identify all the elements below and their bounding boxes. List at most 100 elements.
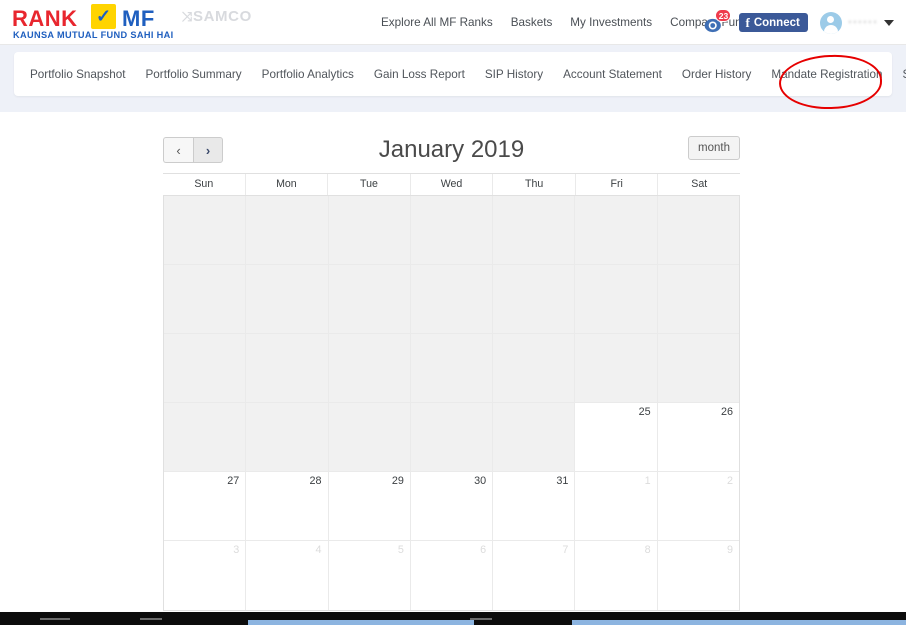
- main-content: ‹ › January 2019 month Sun Mon Tue Wed T…: [0, 112, 906, 625]
- calendar-day-cell[interactable]: [164, 265, 247, 334]
- calendar-day-number: 4: [315, 544, 322, 556]
- calendar-day-number: 9: [726, 544, 733, 556]
- calendar-day-cell[interactable]: 29: [328, 472, 411, 541]
- calendar-day-cell[interactable]: 6: [410, 541, 494, 610]
- brand-logo[interactable]: RANK ✓ MF KAUNSA MUTUAL FUND SAHI HAI ⤨S…: [12, 4, 252, 40]
- calendar-grid: 25 26 27 28 29 30 31 1 2 3 4 5 6 7 8 9: [163, 196, 740, 611]
- calendar-title: January 2019: [378, 136, 525, 163]
- calendar-day-cell[interactable]: [493, 265, 576, 334]
- facebook-icon: f: [745, 14, 750, 30]
- calendar-day-number: 2: [726, 475, 733, 487]
- facebook-connect-button[interactable]: f Connect: [739, 13, 808, 32]
- taskbar-item[interactable]: [572, 620, 906, 625]
- calendar-day-cell[interactable]: 27: [164, 472, 247, 541]
- weekday-wed: Wed: [411, 174, 494, 195]
- calendar-day-number: 8: [644, 544, 651, 556]
- calendar-day-cell[interactable]: 7: [493, 541, 576, 610]
- calendar-day-cell[interactable]: [246, 196, 329, 265]
- calendar-day-cell[interactable]: 2: [657, 472, 739, 541]
- os-taskbar: [0, 612, 906, 625]
- account-menu[interactable]: ••••••: [819, 11, 898, 34]
- header-actions: 23 f Connect ••••••: [701, 0, 898, 45]
- calendar-week-row: [164, 196, 739, 265]
- calendar-day-cell[interactable]: [164, 334, 247, 403]
- calendar-day-cell[interactable]: [410, 403, 494, 472]
- calendar-day-number: 31: [556, 475, 569, 487]
- tab-portfolio-analytics[interactable]: Portfolio Analytics: [252, 68, 364, 81]
- calendar-day-cell[interactable]: 9: [657, 541, 739, 610]
- calendar-day-cell[interactable]: [410, 334, 494, 403]
- calendar-day-cell[interactable]: [493, 334, 576, 403]
- taskbar-item[interactable]: [470, 618, 492, 620]
- calendar-day-cell[interactable]: 26: [657, 403, 739, 472]
- tab-band: Portfolio Snapshot Portfolio Summary Por…: [0, 45, 906, 112]
- app-window: RANK ✓ MF KAUNSA MUTUAL FUND SAHI HAI ⤨S…: [0, 0, 906, 625]
- weekday-tue: Tue: [328, 174, 411, 195]
- tab-order-history[interactable]: Order History: [672, 68, 762, 81]
- calendar-day-cell[interactable]: 25: [575, 403, 658, 472]
- calendar-day-number: 3: [233, 544, 240, 556]
- calendar-day-number: 6: [480, 544, 487, 556]
- calendar-day-cell[interactable]: [657, 196, 739, 265]
- calendar-day-number: 5: [397, 544, 404, 556]
- logo-rank-text: RANK: [12, 6, 78, 31]
- taskbar-item[interactable]: [140, 618, 162, 620]
- calendar-day-cell[interactable]: [164, 196, 247, 265]
- calendar-day-cell[interactable]: [328, 265, 411, 334]
- weekday-fri: Fri: [576, 174, 659, 195]
- portfolio-tabs: Portfolio Snapshot Portfolio Summary Por…: [14, 52, 906, 96]
- tab-portfolio-summary[interactable]: Portfolio Summary: [136, 68, 252, 81]
- nav-item-my-investments[interactable]: My Investments: [561, 16, 661, 29]
- tab-gain-loss-report[interactable]: Gain Loss Report: [364, 68, 475, 81]
- chevron-down-icon[interactable]: [884, 19, 894, 26]
- calendar-day-cell[interactable]: [493, 403, 576, 472]
- tab-sip-history[interactable]: SIP History: [475, 68, 553, 81]
- calendar-day-cell[interactable]: [575, 265, 658, 334]
- calendar-day-cell[interactable]: [164, 403, 247, 472]
- account-username: ••••••: [847, 16, 878, 29]
- tab-account-statement[interactable]: Account Statement: [553, 68, 672, 81]
- month-view-button[interactable]: month: [688, 136, 740, 160]
- tab-portfolio-snapshot[interactable]: Portfolio Snapshot: [14, 68, 136, 81]
- calendar-day-cell[interactable]: [575, 334, 658, 403]
- calendar-day-cell[interactable]: 3: [164, 541, 247, 610]
- calendar-day-cell[interactable]: 31: [493, 472, 576, 541]
- calendar-day-cell[interactable]: 28: [246, 472, 329, 541]
- calendar-day-cell[interactable]: [328, 403, 411, 472]
- weekday-mon: Mon: [246, 174, 329, 195]
- calendar-day-number: 7: [562, 544, 569, 556]
- calendar-day-cell[interactable]: [575, 196, 658, 265]
- calendar-day-cell[interactable]: 30: [410, 472, 494, 541]
- taskbar-item-active[interactable]: [248, 620, 474, 625]
- calendar-day-number: 30: [474, 475, 487, 487]
- logo-tagline: KAUNSA MUTUAL FUND SAHI HAI: [13, 30, 174, 40]
- calendar-day-cell[interactable]: [328, 196, 411, 265]
- calendar-day-cell[interactable]: [246, 265, 329, 334]
- calendar-week-row: 3 4 5 6 7 8 9: [164, 541, 739, 610]
- tab-sip-calendar[interactable]: SIP Calendar: [892, 68, 906, 81]
- notifications-button[interactable]: 23: [701, 8, 733, 38]
- calendar-day-cell[interactable]: 1: [575, 472, 658, 541]
- calendar-day-number: 29: [391, 475, 404, 487]
- calendar-toolbar: ‹ › January 2019 month: [163, 133, 740, 173]
- calendar-day-cell[interactable]: [410, 196, 494, 265]
- calendar-day-cell[interactable]: [493, 196, 576, 265]
- site-header: RANK ✓ MF KAUNSA MUTUAL FUND SAHI HAI ⤨S…: [0, 0, 906, 45]
- calendar-day-cell[interactable]: 8: [575, 541, 658, 610]
- calendar-day-cell[interactable]: [246, 403, 329, 472]
- calendar-day-cell[interactable]: [328, 334, 411, 403]
- calendar-day-cell[interactable]: [657, 334, 739, 403]
- nav-item-baskets[interactable]: Baskets: [502, 16, 562, 29]
- rankmf-logo[interactable]: RANK ✓ MF KAUNSA MUTUAL FUND SAHI HAI: [12, 4, 173, 40]
- taskbar-item[interactable]: [40, 618, 70, 620]
- sip-calendar: ‹ › January 2019 month Sun Mon Tue Wed T…: [163, 133, 740, 611]
- calendar-weekday-header: Sun Mon Tue Wed Thu Fri Sat: [163, 173, 740, 196]
- samco-text: SAMCO: [193, 8, 252, 25]
- calendar-day-cell[interactable]: [410, 265, 494, 334]
- calendar-day-cell[interactable]: [246, 334, 329, 403]
- calendar-day-cell[interactable]: [657, 265, 739, 334]
- calendar-day-cell[interactable]: 5: [328, 541, 411, 610]
- nav-item-explore-all-mf-ranks[interactable]: Explore All MF Ranks: [372, 16, 502, 29]
- tab-mandate-registration[interactable]: Mandate Registration: [761, 68, 892, 81]
- calendar-day-cell[interactable]: 4: [246, 541, 329, 610]
